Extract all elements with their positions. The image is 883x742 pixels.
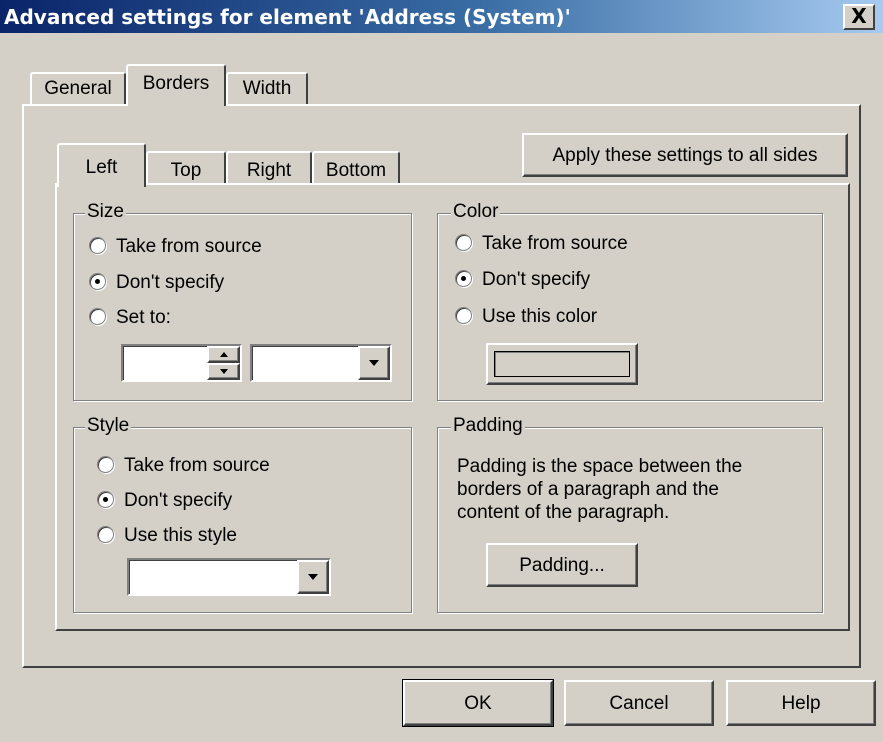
help-button[interactable]: Help [726, 680, 876, 726]
padding-description: Padding is the space between the borders… [457, 455, 817, 524]
window-title: Advanced settings for element 'Address (… [4, 5, 571, 29]
style-option-use-this-style[interactable]: Use this style [97, 525, 237, 547]
radio-icon [89, 237, 106, 254]
padding-description-line: content of the paragraph. [457, 502, 670, 523]
padding-group-title: Padding [451, 415, 525, 436]
style-option-label: Don't specify [124, 490, 233, 511]
ok-button-label: OK [464, 692, 492, 714]
color-picker-button[interactable] [486, 343, 638, 385]
color-group-title: Color [451, 201, 501, 222]
chevron-down-icon [369, 360, 379, 366]
radio-icon [97, 456, 114, 473]
close-button[interactable]: X [843, 4, 875, 30]
cancel-button-label: Cancel [609, 692, 669, 714]
help-button-label: Help [781, 692, 821, 714]
ok-button[interactable]: OK [403, 680, 553, 726]
tab-general[interactable]: General [30, 72, 126, 104]
size-option-label: Don't specify [116, 272, 225, 293]
tab-right-label: Right [246, 160, 292, 181]
tab-width[interactable]: Width [226, 72, 308, 104]
color-option-take-from-source[interactable]: Take from source [455, 233, 628, 255]
close-icon: X [851, 4, 867, 28]
size-option-take-from-source[interactable]: Take from source [89, 236, 262, 258]
radio-icon [89, 308, 106, 325]
title-bar[interactable]: Advanced settings for element 'Address (… [0, 0, 883, 33]
radio-checked-icon [97, 491, 114, 508]
color-option-use-this-color[interactable]: Use this color [455, 306, 597, 328]
radio-icon [455, 307, 472, 324]
radio-icon [97, 526, 114, 543]
padding-description-line: borders of a paragraph and the [457, 479, 719, 500]
spin-up-icon [219, 352, 228, 357]
style-option-label: Use this style [124, 525, 237, 546]
style-dropdown-button[interactable] [297, 560, 329, 594]
color-option-label: Use this color [482, 306, 598, 327]
radio-icon [455, 234, 472, 251]
tab-width-label: Width [242, 78, 292, 99]
tab-borders-label: Borders [142, 73, 210, 94]
size-unit-dropdown-button[interactable] [358, 346, 390, 380]
tab-right[interactable]: Right [226, 151, 312, 185]
chevron-down-icon [308, 574, 318, 580]
tab-left[interactable]: Left [57, 143, 146, 187]
color-option-dont-specify[interactable]: Don't specify [455, 269, 590, 291]
tab-left-label: Left [85, 157, 118, 178]
radio-checked-icon [455, 270, 472, 287]
tab-bottom-label: Bottom [325, 160, 387, 181]
apply-all-sides-button[interactable]: Apply these settings to all sides [522, 133, 848, 177]
size-option-dont-specify[interactable]: Don't specify [89, 272, 224, 294]
style-option-dont-specify[interactable]: Don't specify [97, 490, 232, 512]
tab-general-label: General [44, 78, 112, 99]
size-option-set-to[interactable]: Set to: [89, 307, 171, 329]
size-spin-down-button[interactable] [207, 363, 240, 380]
tab-borders[interactable]: Borders [126, 64, 226, 106]
padding-button-label: Padding... [519, 554, 605, 576]
style-group-title: Style [85, 415, 132, 436]
size-option-label: Take from source [116, 236, 262, 257]
apply-all-sides-label: Apply these settings to all sides [552, 144, 818, 166]
radio-checked-icon [89, 273, 106, 290]
tab-top-label: Top [170, 160, 202, 181]
padding-button[interactable]: Padding... [486, 543, 638, 587]
cancel-button[interactable]: Cancel [564, 680, 714, 726]
tab-bottom[interactable]: Bottom [312, 151, 400, 185]
style-option-label: Take from source [124, 455, 270, 476]
color-option-label: Don't specify [482, 269, 591, 290]
color-option-label: Take from source [482, 233, 628, 254]
color-swatch [494, 351, 630, 377]
size-group-title: Size [85, 201, 126, 222]
spin-down-icon [219, 369, 228, 374]
tab-top[interactable]: Top [146, 151, 226, 185]
size-option-label: Set to: [116, 307, 171, 328]
padding-description-line: Padding is the space between the [457, 456, 743, 477]
style-option-take-from-source[interactable]: Take from source [97, 455, 270, 477]
size-spin-up-button[interactable] [207, 346, 240, 363]
